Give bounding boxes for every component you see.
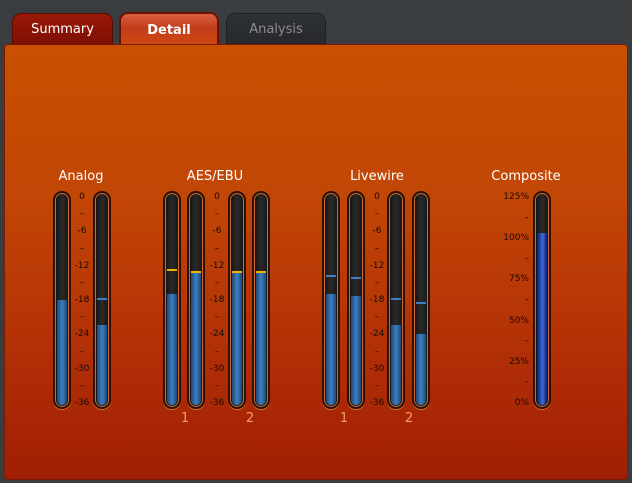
scale-tick-label: -36 xyxy=(209,398,225,408)
scale-tick-label: -18 xyxy=(74,295,90,305)
scale-tick-label: 25% xyxy=(508,356,529,367)
livewire-db-scale: 0 – -6 – -12 – -18 – -24 – -30 – -36 xyxy=(365,191,389,409)
scale-tick-label: 0 xyxy=(374,192,380,202)
scale-minor-tick: – xyxy=(524,295,530,305)
aes-meter-1-right xyxy=(187,191,205,409)
scale-minor-tick: – xyxy=(214,277,220,288)
scale-tick-label: -24 xyxy=(209,329,225,340)
scale-minor-tick: – xyxy=(374,277,380,288)
livewire-meter-1-right xyxy=(347,191,365,409)
scale-tick-label: 100% xyxy=(503,233,529,244)
aes-meter-2-right xyxy=(252,191,270,409)
scale-tick-label: -36 xyxy=(369,398,385,408)
analog-meter-right xyxy=(93,191,111,409)
livewire-title: Livewire xyxy=(350,169,404,184)
aes-meter-1-left xyxy=(163,191,181,409)
tab-summary[interactable]: Summary xyxy=(12,13,113,45)
livewire-channel-2: 2 xyxy=(404,411,414,426)
scale-minor-tick: – xyxy=(374,346,380,357)
aes-channel-1: 1 xyxy=(180,411,190,426)
scale-minor-tick: – xyxy=(524,377,530,388)
scale-minor-tick: – xyxy=(374,243,380,254)
scale-tick-label: 50% xyxy=(508,315,529,326)
scale-tick-label: -6 xyxy=(372,226,382,237)
scale-tick-label: -30 xyxy=(74,363,90,374)
scale-tick-label: 0% xyxy=(514,398,529,408)
scale-minor-tick: – xyxy=(524,336,530,347)
scale-tick-label: 75% xyxy=(508,274,529,285)
scale-minor-tick: – xyxy=(374,380,380,391)
composite-meter xyxy=(533,191,551,409)
scale-minor-tick: – xyxy=(214,312,220,323)
analog-title: Analog xyxy=(58,169,104,184)
scale-minor-tick: – xyxy=(79,209,85,220)
scale-tick-label: -6 xyxy=(77,226,87,237)
livewire-meter-2-right xyxy=(412,191,430,409)
scale-minor-tick: – xyxy=(79,312,85,323)
scale-minor-tick: – xyxy=(79,243,85,254)
scale-tick-label: -24 xyxy=(369,329,385,340)
aes-meter-2-left xyxy=(228,191,246,409)
scale-minor-tick: – xyxy=(214,209,220,220)
scale-minor-tick: – xyxy=(214,380,220,391)
scale-tick-label: -24 xyxy=(74,329,90,340)
tab-bar: Summary Detail Analysis xyxy=(0,0,632,46)
scale-minor-tick: – xyxy=(524,253,530,264)
composite-percent-scale: 125% – 100% – 75% – 50% – 25% – 0% xyxy=(493,191,529,409)
scale-tick-label: 0 xyxy=(79,192,85,202)
scale-tick-label: -30 xyxy=(209,363,225,374)
composite-title: Composite xyxy=(491,169,561,184)
scale-minor-tick: – xyxy=(79,346,85,357)
scale-tick-label: 0 xyxy=(214,192,220,202)
aes-channel-2: 2 xyxy=(245,411,255,426)
scale-tick-label: -12 xyxy=(369,260,385,271)
livewire-meter-2-left xyxy=(387,191,405,409)
detail-panel: Analog 0– -6– -12– -18– -24– -30– -36 AES/EBU … xyxy=(4,44,628,480)
scale-minor-tick: – xyxy=(374,209,380,220)
aes-db-scale: 0 – -6 – -12 – -18 – -24 – -30 – -36 xyxy=(205,191,229,409)
scale-minor-tick: – xyxy=(214,243,220,254)
livewire-channel-1: 1 xyxy=(339,411,349,426)
scale-tick-label: -12 xyxy=(209,260,225,271)
analog-db-scale: 0 – -6 – -12 – -18 – -24 – -30 – -36 xyxy=(70,191,94,409)
tab-detail[interactable]: Detail xyxy=(119,12,219,46)
scale-tick-label: -12 xyxy=(74,260,90,271)
livewire-meter-1-left xyxy=(322,191,340,409)
scale-minor-tick: – xyxy=(79,380,85,391)
tab-analysis[interactable]: Analysis xyxy=(226,13,326,45)
scale-minor-tick: – xyxy=(374,312,380,323)
scale-tick-label: -36 xyxy=(74,398,90,408)
scale-minor-tick: – xyxy=(524,212,530,223)
scale-minor-tick: – xyxy=(79,277,85,288)
scale-minor-tick: – xyxy=(214,346,220,357)
scale-tick-label: -18 xyxy=(209,295,225,305)
aes-title: AES/EBU xyxy=(186,169,244,184)
scale-tick-label: 125% xyxy=(503,192,529,202)
scale-tick-label: -30 xyxy=(369,363,385,374)
scale-tick-label: -18 xyxy=(369,295,385,305)
analog-meter-left xyxy=(53,191,71,409)
scale-tick-label: -6 xyxy=(212,226,222,237)
